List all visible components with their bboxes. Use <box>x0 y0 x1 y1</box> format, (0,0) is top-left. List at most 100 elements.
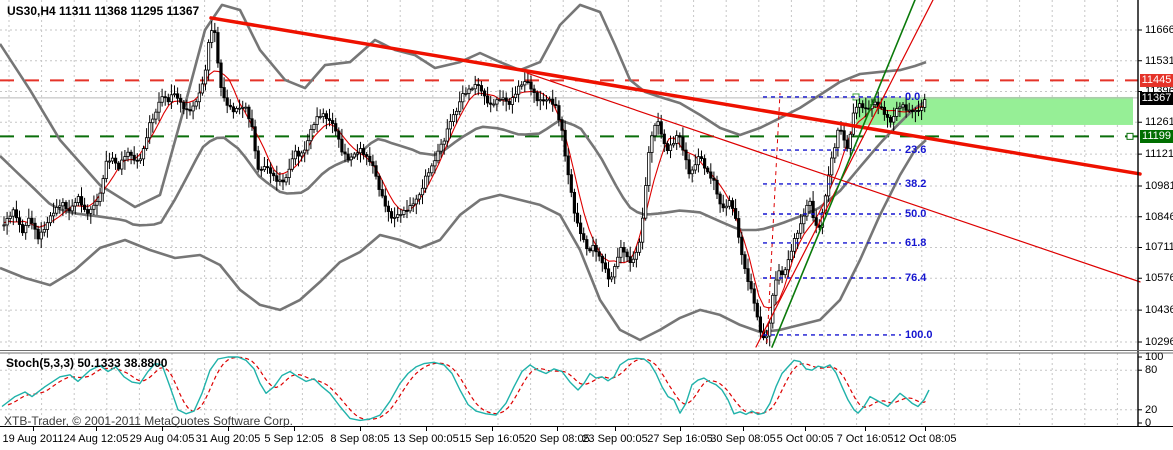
candle-body <box>882 106 887 115</box>
candle-body <box>904 104 908 111</box>
candle-body <box>920 106 924 111</box>
candle-body <box>727 200 732 207</box>
time-tick <box>360 427 361 431</box>
candle-body <box>783 269 787 276</box>
fib-level-label: 76.4 <box>905 272 927 284</box>
candle-body <box>135 159 139 162</box>
candle-body <box>879 106 883 109</box>
candle-body <box>114 157 118 164</box>
time-axis-label: 5 Sep 12:05 <box>264 433 324 445</box>
candle-body <box>427 172 431 177</box>
candle-body <box>864 107 868 110</box>
candle-body <box>622 247 626 253</box>
candle-body <box>858 103 862 108</box>
stochastic-readout: Stoch(5,3,3) 50.1333 38.8800 <box>6 356 168 370</box>
candle-body <box>889 116 893 123</box>
candle-body <box>392 217 397 219</box>
candle-body <box>389 211 394 219</box>
candle-body <box>110 157 115 162</box>
candle-body <box>479 85 484 92</box>
candle-body <box>89 208 93 214</box>
candle-body <box>548 98 552 101</box>
candle-body <box>706 167 710 173</box>
candle-body <box>430 165 434 174</box>
candle-body <box>606 268 611 280</box>
candle-body <box>672 143 676 146</box>
fib-level-label: 50.0 <box>905 208 926 220</box>
candle-body <box>510 97 515 105</box>
candle-body <box>594 244 598 253</box>
price-axis-label: 10981 <box>1145 180 1173 192</box>
candle-body <box>241 106 245 109</box>
candle-body <box>730 200 735 209</box>
time-tick <box>492 427 493 431</box>
candle-body <box>489 102 493 105</box>
candle-body <box>194 101 198 107</box>
time-tick <box>426 427 427 431</box>
candle-body <box>234 107 239 113</box>
candle-body <box>585 239 589 250</box>
candle-body <box>557 105 561 121</box>
candle-body <box>625 251 629 258</box>
time-axis-label: 30 Sep 08:05 <box>710 433 776 445</box>
candle-body <box>408 205 412 212</box>
candle-body <box>504 97 508 102</box>
chart-background <box>0 0 1173 352</box>
candle-body <box>470 88 474 91</box>
candle-body <box>86 209 90 214</box>
time-axis-label: 13 Sep 00:05 <box>393 433 459 445</box>
candle-body <box>371 161 375 167</box>
candle-body <box>262 166 267 171</box>
candle-body <box>70 205 74 212</box>
chart-title-ohlc: US30,H4 11311 11368 11295 11367 <box>7 4 200 18</box>
candle-body <box>95 201 99 206</box>
candle-body <box>244 106 248 109</box>
candle-body <box>712 177 716 181</box>
candle-body <box>796 232 800 239</box>
stoch-axis-label: 80 <box>1145 364 1158 377</box>
candle-body <box>358 148 363 154</box>
candle-body <box>83 204 87 210</box>
candle-body <box>690 169 694 175</box>
candle-body <box>808 200 812 206</box>
hline-handle[interactable] <box>1126 132 1134 140</box>
candle-body <box>67 208 71 212</box>
candle-body <box>513 93 518 98</box>
candle-body <box>892 116 896 123</box>
time-tick <box>96 427 97 431</box>
time-axis-label: 12 Oct 08:05 <box>893 433 957 445</box>
candle-body <box>619 247 623 258</box>
candle-body <box>210 30 214 43</box>
candle-body <box>216 32 220 64</box>
main-chart-panel[interactable]: 0.0 23.6 38.2 50.0 61.8 76.4 100.0 <box>0 0 1173 352</box>
candle-body <box>566 155 570 176</box>
candle-body <box>107 160 111 163</box>
candle-body <box>454 110 459 116</box>
candle-body <box>76 196 80 203</box>
price-marker-11199: 11199 <box>1140 129 1173 143</box>
candle-body <box>337 130 341 140</box>
candle-body <box>414 198 418 205</box>
candle-body <box>256 150 260 170</box>
candle-body <box>442 140 446 145</box>
candle-body <box>839 129 843 132</box>
candle-body <box>98 192 102 202</box>
candle-body <box>854 106 859 114</box>
candle-body <box>157 101 161 113</box>
price-marker-11445: 11445 <box>1140 73 1173 87</box>
time-tick <box>805 427 806 431</box>
candle-body <box>396 214 400 218</box>
candle-body <box>588 248 592 252</box>
candle-body <box>458 101 462 112</box>
candle-body <box>166 97 170 103</box>
candle-body <box>473 84 477 90</box>
candle-body <box>172 93 177 96</box>
candle-body <box>120 159 124 170</box>
candle-body <box>383 195 387 207</box>
candle-body <box>191 105 195 112</box>
candle-body <box>591 244 595 252</box>
price-axis-label: 11121 <box>1145 148 1173 161</box>
candle-body <box>498 99 502 101</box>
time-tick <box>615 427 616 431</box>
candle-body <box>703 158 707 169</box>
